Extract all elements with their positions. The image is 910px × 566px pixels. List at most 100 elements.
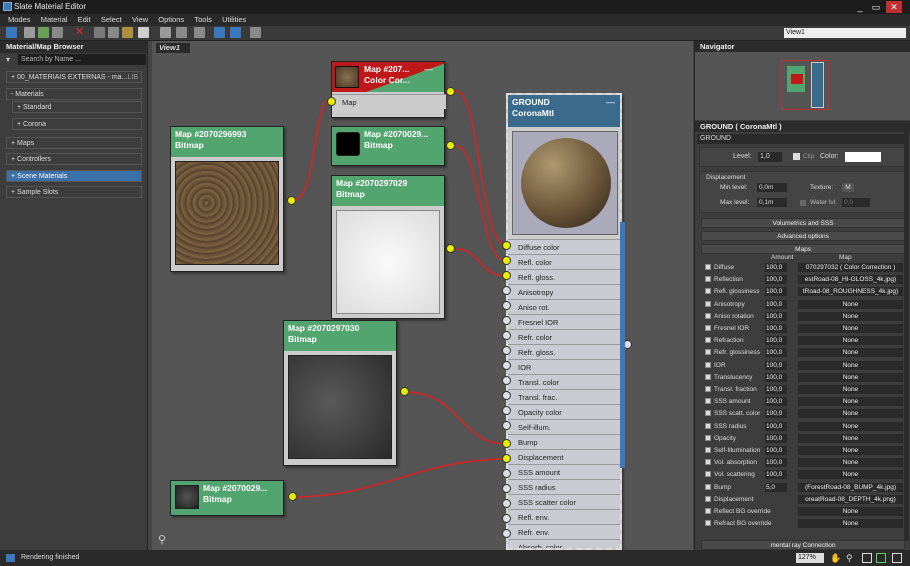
- map-enable-checkbox[interactable]: [705, 422, 711, 429]
- zoom-region-icon[interactable]: [862, 553, 872, 563]
- max-level-input[interactable]: 0,1m: [757, 198, 787, 207]
- node-bitmap-2070029b[interactable]: Map #2070029... Bitmap: [170, 480, 284, 516]
- rollout-mental-ray[interactable]: mental ray Connection: [701, 540, 905, 550]
- slot-transl-color-input-dot[interactable]: [502, 376, 511, 385]
- map-slot-button[interactable]: estRoad-08_HI-GLOSS_4k.jpg): [798, 275, 903, 285]
- slot-bump[interactable]: Bump: [508, 434, 620, 449]
- map-enable-checkbox[interactable]: [705, 264, 711, 270]
- node-n5-header[interactable]: Map #2070296993 Bitmap: [171, 127, 283, 157]
- node-ground-minimize-icon[interactable]: —: [606, 97, 615, 107]
- slot-refr-env-input-dot[interactable]: [502, 529, 511, 538]
- map-amount-input[interactable]: 100,0: [765, 336, 787, 346]
- map-enable-checkbox[interactable]: [705, 386, 711, 392]
- slot-sss-scatter-color[interactable]: SSS scatter color: [508, 494, 620, 509]
- map-enable-checkbox[interactable]: [705, 495, 711, 502]
- slot-anisotropy[interactable]: Anisotropy: [508, 284, 620, 299]
- slot-sss-amount-input-dot[interactable]: [502, 469, 511, 478]
- map-amount-input[interactable]: 100,0: [765, 433, 787, 443]
- clip-checkbox[interactable]: [793, 153, 800, 160]
- zoom-icon[interactable]: ⚲: [846, 553, 856, 563]
- navigator-view[interactable]: [695, 52, 910, 120]
- map-slot-button[interactable]: None: [798, 446, 903, 455]
- map-slot-button[interactable]: None: [798, 409, 903, 419]
- node-n5-output-dot[interactable]: [287, 196, 296, 205]
- material-name-field[interactable]: GROUND: [697, 134, 905, 144]
- map-amount-input[interactable]: 100,0: [765, 409, 787, 419]
- map-slot-button[interactable]: None: [798, 385, 903, 394]
- map-slot-button[interactable]: None: [798, 519, 903, 529]
- node-n8-header[interactable]: Map #2070297030 Bitmap: [284, 321, 396, 351]
- map-enable-checkbox[interactable]: [705, 520, 711, 527]
- node-cc-slot-map[interactable]: Map: [332, 94, 446, 109]
- slot-sss-scatter-input-dot[interactable]: [502, 499, 511, 508]
- node-cc-minimize-icon[interactable]: —: [424, 64, 433, 74]
- rollout-maps[interactable]: Maps: [701, 244, 905, 254]
- map-amount-input[interactable]: 100,0: [765, 299, 787, 309]
- map-amount-input[interactable]: 100,0: [765, 348, 787, 358]
- slot-refl-color-input-dot[interactable]: [502, 256, 511, 265]
- slot-refl-env[interactable]: Refl. env.: [508, 509, 620, 524]
- slot-absorb-color[interactable]: Absorb. color: [508, 539, 620, 548]
- map-slot-button[interactable]: None: [798, 336, 903, 346]
- slot-sss-radius[interactable]: SSS radius: [508, 479, 620, 494]
- node-bitmap-2070296993[interactable]: Map #2070296993 Bitmap: [170, 126, 284, 272]
- node-ground-scrollbar[interactable]: [620, 222, 625, 468]
- map-slot-button[interactable]: None: [798, 299, 903, 309]
- map-amount-input[interactable]: 100,0: [765, 275, 787, 285]
- slot-bump-input-dot[interactable]: [502, 439, 511, 448]
- slot-displacement-input-dot[interactable]: [502, 454, 511, 463]
- map-enable-checkbox[interactable]: [705, 300, 711, 307]
- slot-ior-input-dot[interactable]: [502, 361, 511, 370]
- node-color-correction[interactable]: Map #207... Color Cor... — Map: [331, 61, 446, 118]
- map-slot-button[interactable]: None: [798, 470, 903, 480]
- slot-aniso-rot-input-dot[interactable]: [502, 301, 511, 310]
- slot-self-illum[interactable]: Self-illum.: [508, 419, 620, 434]
- map-slot-button[interactable]: oreatRoad-08_DEPTH_4k.png): [798, 494, 903, 504]
- slot-opacity-color[interactable]: Opacity color: [508, 404, 620, 419]
- map-amount-input[interactable]: 100,0: [765, 421, 787, 431]
- map-enable-checkbox[interactable]: [705, 398, 711, 405]
- map-slot-button[interactable]: None: [798, 372, 903, 382]
- map-amount-input[interactable]: 100,0: [765, 397, 787, 407]
- pan-icon[interactable]: ✋: [830, 553, 841, 563]
- slot-fresnel-input-dot[interactable]: [502, 316, 511, 325]
- binoculars-icon[interactable]: ⚲: [158, 533, 166, 546]
- map-enable-checkbox[interactable]: [705, 276, 711, 283]
- map-amount-input[interactable]: 100,0: [765, 458, 787, 468]
- node-bitmap-2070029a[interactable]: Map #2070029... Bitmap: [331, 126, 445, 166]
- map-slot-button[interactable]: None: [798, 458, 903, 468]
- params-scrollbar[interactable]: [904, 126, 909, 541]
- slot-refr-color[interactable]: Refr. color: [508, 329, 620, 344]
- map-slot-button[interactable]: (ForestRoad-08_BUMP_4k.jpg): [798, 482, 903, 492]
- map-amount-input[interactable]: 100,0: [765, 287, 787, 297]
- map-enable-checkbox[interactable]: [705, 312, 711, 319]
- node-n6-output-dot[interactable]: [446, 141, 455, 150]
- map-enable-checkbox[interactable]: [705, 434, 711, 441]
- map-enable-checkbox[interactable]: [705, 459, 711, 466]
- slot-refr-env[interactable]: Refr. env.: [508, 524, 620, 539]
- rollout-advanced[interactable]: Advanced options: [701, 231, 905, 241]
- level-input[interactable]: 1,0: [758, 152, 782, 162]
- map-enable-checkbox[interactable]: [705, 483, 711, 490]
- zoom-extents-icon[interactable]: [876, 553, 886, 563]
- map-enable-checkbox[interactable]: [705, 349, 711, 356]
- water-level-input[interactable]: 0,0: [842, 198, 870, 207]
- map-enable-checkbox[interactable]: [705, 508, 711, 514]
- slot-refl-gloss-input-dot[interactable]: [502, 271, 511, 280]
- slot-diffuse-input-dot[interactable]: [502, 241, 511, 250]
- map-slot-button[interactable]: None: [798, 421, 903, 431]
- map-slot-button[interactable]: None: [798, 324, 903, 333]
- color-swatch[interactable]: [845, 152, 881, 162]
- map-amount-input[interactable]: 100,0: [765, 385, 787, 394]
- map-enable-checkbox[interactable]: [705, 288, 711, 295]
- slot-transl-color[interactable]: Transl. color: [508, 374, 620, 389]
- map-amount-input[interactable]: 5,0: [765, 482, 787, 492]
- map-amount-input[interactable]: 100,0: [765, 360, 787, 370]
- map-amount-input[interactable]: 100,0: [765, 446, 787, 455]
- node-bitmap-2070297030[interactable]: Map #2070297030 Bitmap: [283, 320, 397, 466]
- map-slot-button[interactable]: None: [798, 397, 903, 407]
- node-n9-output-dot[interactable]: [288, 492, 297, 501]
- slot-diffuse-color[interactable]: Diffuse color: [508, 239, 620, 254]
- node-cc-input-dot[interactable]: [327, 97, 336, 106]
- slot-displacement[interactable]: Displacement: [508, 449, 620, 464]
